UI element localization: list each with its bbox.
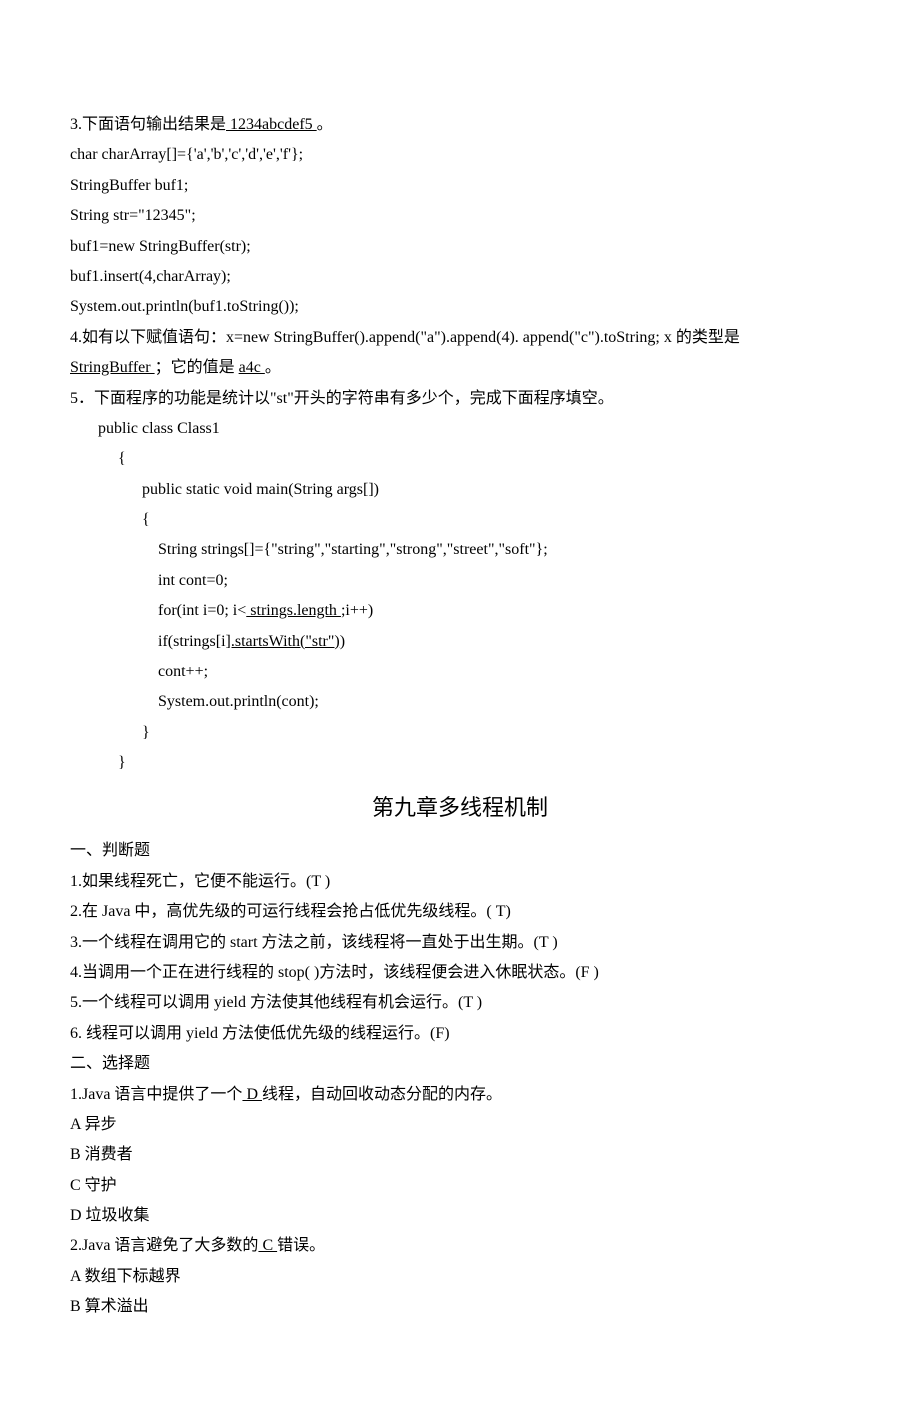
q5-code-line: { bbox=[70, 505, 850, 535]
mc-option: A 异步 bbox=[70, 1110, 850, 1140]
q4-part3: 。 bbox=[265, 359, 281, 376]
q5-g-pre: for(int i=0; i< bbox=[158, 602, 246, 619]
q3-answer: 1234abcdef5 bbox=[226, 116, 317, 133]
q3-suffix: 。 bbox=[317, 116, 333, 133]
q4-ans1: StringBuffer bbox=[70, 359, 155, 376]
tf-item: 1.如果线程死亡，它便不能运行。(T ) bbox=[70, 867, 850, 897]
q4-prompt: 4.如有以下赋值语句：x=new StringBuffer().append("… bbox=[70, 323, 850, 353]
q4-cont: StringBuffer ；它的值是 a4c 。 bbox=[70, 353, 850, 383]
mc-option: D 垃圾收集 bbox=[70, 1201, 850, 1231]
q5-code-line: if(strings[i].startsWith("str")) bbox=[70, 627, 850, 657]
mc-option: A 数组下标越界 bbox=[70, 1262, 850, 1292]
q5-code-line: { bbox=[70, 444, 850, 474]
q3-prompt: 3.下面语句输出结果是 1234abcdef5 。 bbox=[70, 110, 850, 140]
q4-part2: ；它的值是 bbox=[155, 359, 239, 376]
mc-q1-prompt: 1.Java 语言中提供了一个 D 线程，自动回收动态分配的内存。 bbox=[70, 1080, 850, 1110]
q5-h-post: ) bbox=[340, 633, 345, 650]
tf-item: 5.一个线程可以调用 yield 方法使其他线程有机会运行。(T ) bbox=[70, 988, 850, 1018]
q5-code-line: } bbox=[70, 718, 850, 748]
q3-prefix: 3.下面语句输出结果是 bbox=[70, 116, 226, 133]
q5-code-line: public class Class1 bbox=[70, 414, 850, 444]
q3-code-line: System.out.println(buf1.toString()); bbox=[70, 292, 850, 322]
tf-item: 3.一个线程在调用它的 start 方法之前，该线程将一直处于出生期。(T ) bbox=[70, 928, 850, 958]
q5-h-ans: ].startsWith("str") bbox=[226, 633, 340, 650]
tf-item: 6. 线程可以调用 yield 方法使低优先级的线程运行。(F) bbox=[70, 1019, 850, 1049]
q5-code-line: int cont=0; bbox=[70, 566, 850, 596]
q5-code-line: public static void main(String args[]) bbox=[70, 475, 850, 505]
chapter-title: 第九章多线程机制 bbox=[70, 787, 850, 829]
q3-code-line: String str="12345"; bbox=[70, 201, 850, 231]
q3-code-line: StringBuffer buf1; bbox=[70, 171, 850, 201]
mc-q1-ans: D bbox=[242, 1086, 262, 1103]
q5-code-line: System.out.println(cont); bbox=[70, 687, 850, 717]
q4-part1: 4.如有以下赋值语句：x=new StringBuffer().append("… bbox=[70, 329, 740, 346]
q3-code-line: buf1=new StringBuffer(str); bbox=[70, 232, 850, 262]
mc-q2-prompt: 2.Java 语言避免了大多数的 C 错误。 bbox=[70, 1231, 850, 1261]
q5-code-line: } bbox=[70, 748, 850, 778]
mc-q2-post: 错误。 bbox=[277, 1237, 325, 1254]
mc-option: B 算术溢出 bbox=[70, 1292, 850, 1322]
section2-title: 二、选择题 bbox=[70, 1049, 850, 1079]
q5-code-line: for(int i=0; i< strings.length ;i++) bbox=[70, 596, 850, 626]
q5-g-ans: strings.length bbox=[246, 602, 341, 619]
mc-option: B 消费者 bbox=[70, 1140, 850, 1170]
q3-code-line: char charArray[]={'a','b','c','d','e','f… bbox=[70, 140, 850, 170]
mc-q2-pre: 2.Java 语言避免了大多数的 bbox=[70, 1237, 258, 1254]
section1-title: 一、判断题 bbox=[70, 836, 850, 866]
mc-option: C 守护 bbox=[70, 1171, 850, 1201]
q5-g-post: ;i++) bbox=[341, 602, 373, 619]
tf-item: 2.在 Java 中，高优先级的可运行线程会抢占低优先级线程。( T) bbox=[70, 897, 850, 927]
mc-q1-pre: 1.Java 语言中提供了一个 bbox=[70, 1086, 242, 1103]
mc-q2-ans: C bbox=[258, 1237, 277, 1254]
q5-h-pre: if(strings[i bbox=[158, 633, 226, 650]
q5-prompt: 5．下面程序的功能是统计以"st"开头的字符串有多少个，完成下面程序填空。 bbox=[70, 384, 850, 414]
q5-code-line: cont++; bbox=[70, 657, 850, 687]
tf-item: 4.当调用一个正在进行线程的 stop( )方法时，该线程便会进入休眠状态。(F… bbox=[70, 958, 850, 988]
mc-q1-post: 线程，自动回收动态分配的内存。 bbox=[262, 1086, 502, 1103]
q3-code-line: buf1.insert(4,charArray); bbox=[70, 262, 850, 292]
q5-code-line: String strings[]={"string","starting","s… bbox=[70, 535, 850, 565]
q4-ans2: a4c bbox=[239, 359, 265, 376]
